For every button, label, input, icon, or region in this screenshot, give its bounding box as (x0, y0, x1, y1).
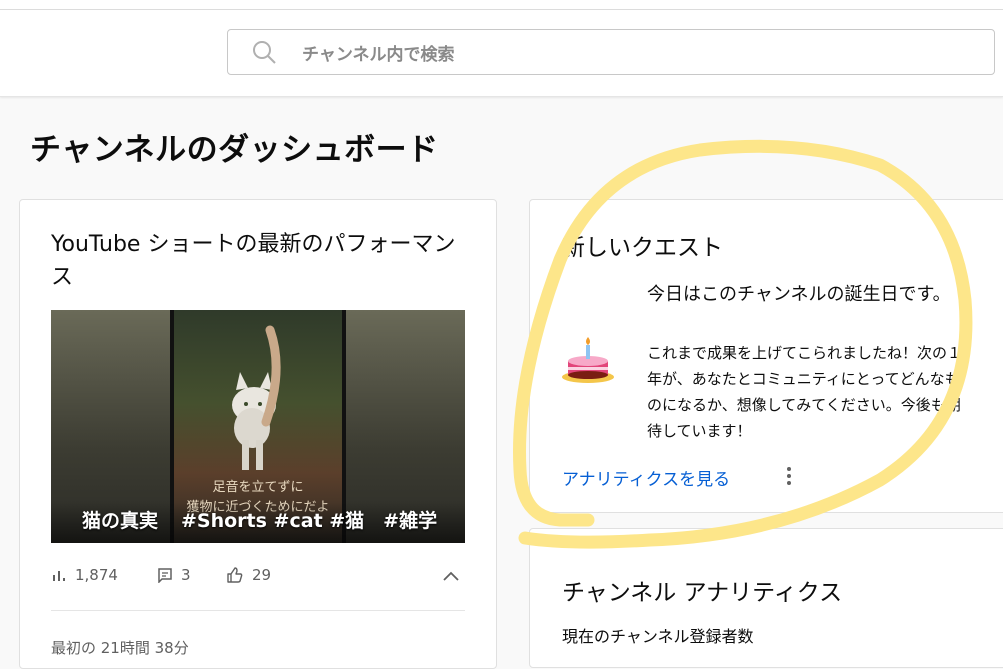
views-stat: 1,874 (51, 566, 118, 584)
views-count: 1,874 (75, 566, 118, 584)
quest-body: これまで成果を上げてこられましたね！次の１年が、あなたとコミュニティにとってどん… (647, 344, 963, 440)
analytics-card-title: チャンネル アナリティクス (562, 580, 843, 606)
video-caption-left: 猫の真実 (82, 510, 159, 532)
view-analytics-link[interactable]: アナリティクスを見る (562, 465, 730, 490)
comments-count: 3 (181, 566, 191, 584)
more-vert-icon[interactable] (782, 464, 796, 488)
video-stats: 1,874 3 29 (51, 566, 471, 590)
chevron-up-icon[interactable] (441, 566, 461, 586)
shorts-performance-card: YouTube ショートの最新のパフォーマンス 足音を立てずに 獲物に近づくため… (19, 199, 497, 669)
thumbs-up-icon (227, 567, 243, 583)
top-bar: チャンネル内で検索 (0, 0, 1003, 97)
likes-count: 29 (252, 566, 272, 584)
card-divider (51, 610, 465, 611)
quest-heading: 今日はこのチャンネルの誕生日です。 (647, 284, 951, 305)
subscriber-count-label: 現在のチャンネル登録者数 (562, 627, 754, 646)
shorts-card-title: YouTube ショートの最新のパフォーマンス (51, 232, 456, 290)
search-input[interactable]: チャンネル内で検索 (302, 40, 455, 65)
page-title: チャンネルのダッシュボード (30, 132, 439, 168)
comments-stat: 3 (157, 566, 191, 584)
new-quest-card: 新しいクエスト 今日はこのチャンネルの誕生日です。 これまで成果を上げてこられま… (529, 199, 1003, 513)
video-caption-hashtags: #Shorts #cat #猫 #雑学 (181, 510, 438, 532)
search-icon (253, 41, 276, 64)
quest-card-title: 新しいクエスト (562, 235, 723, 261)
channel-analytics-card: チャンネル アナリティクス 現在のチャンネル登録者数 (529, 528, 1003, 668)
short-video-thumbnail[interactable]: 足音を立てずに 獲物に近づくためにだよ 猫の真実 #Shorts #cat #猫… (51, 310, 465, 543)
video-subtitle-1: 足音を立てずに (212, 480, 304, 495)
channel-search-box[interactable]: チャンネル内で検索 (227, 29, 995, 75)
bar-chart-icon (53, 571, 65, 581)
likes-stat: 29 (226, 566, 271, 584)
time-window-label: 最初の 21時間 38分 (51, 639, 189, 657)
comment-icon (158, 568, 172, 583)
top-divider (0, 9, 1003, 10)
birthday-cake-icon (562, 337, 614, 383)
